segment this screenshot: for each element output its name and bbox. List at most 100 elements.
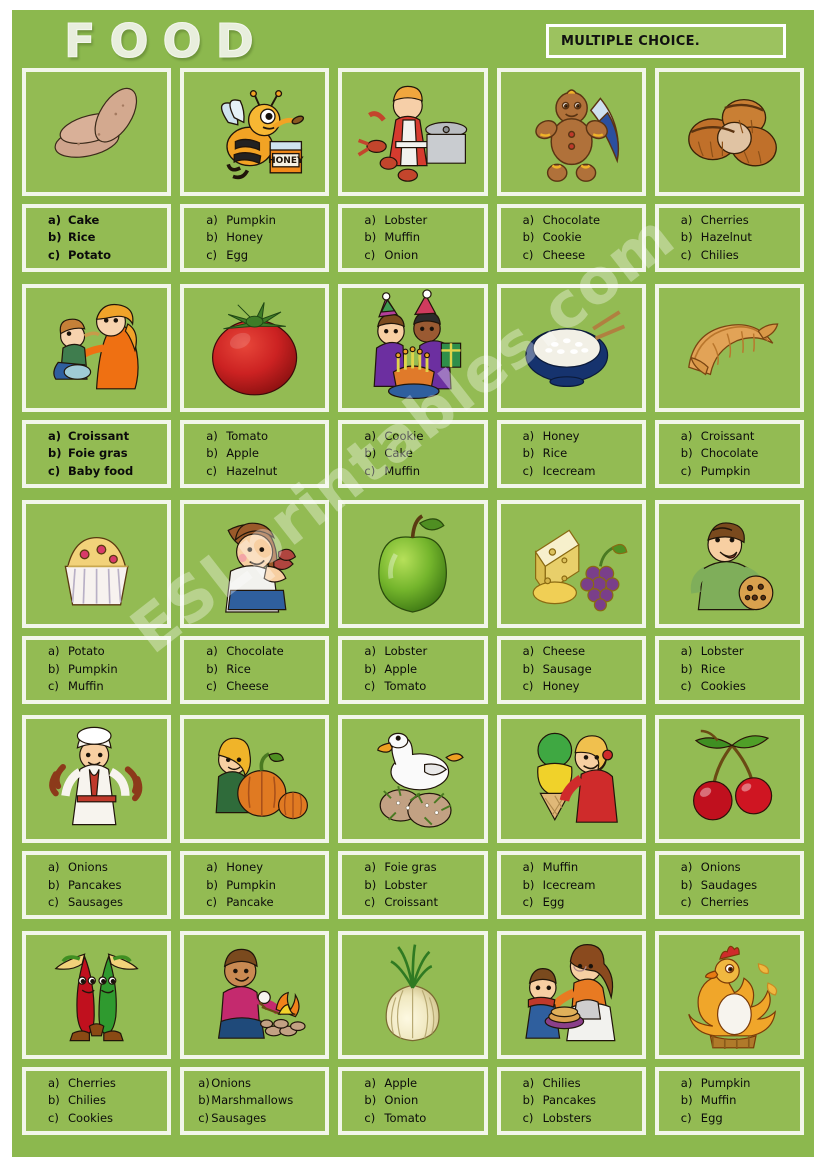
option-b[interactable]: b) Pumpkin bbox=[48, 661, 163, 679]
option-b[interactable]: b) Icecream bbox=[523, 877, 638, 895]
option-c[interactable]: c) Honey bbox=[523, 678, 638, 696]
option-c[interactable]: c) Pancake bbox=[206, 894, 321, 912]
option-b[interactable]: b) Muffin bbox=[681, 1092, 796, 1110]
options-box[interactable]: a) Chocolate b) Cookie c) Cheese bbox=[496, 204, 646, 272]
option-c[interactable]: c) Cookies bbox=[681, 678, 796, 696]
option-a[interactable]: a) Lobster bbox=[681, 643, 796, 661]
option-b[interactable]: b) Pancakes bbox=[523, 1092, 638, 1110]
option-b[interactable]: b) Foie gras bbox=[48, 445, 163, 463]
option-a[interactable]: a) Onions bbox=[681, 859, 796, 877]
option-a[interactable]: a) Potato bbox=[48, 643, 163, 661]
option-a[interactable]: a) Lobster bbox=[364, 212, 479, 230]
option-c[interactable]: c) Egg bbox=[523, 894, 638, 912]
option-c[interactable]: c) Muffin bbox=[364, 463, 479, 481]
options-box[interactable]: a) Cherries b) Chilies c) Cookies bbox=[22, 1067, 172, 1136]
option-c[interactable]: c) Potato bbox=[48, 247, 163, 265]
option-a[interactable]: a) Croissant bbox=[48, 428, 163, 446]
option-a[interactable]: a) Chilies bbox=[523, 1075, 638, 1093]
option-b[interactable]: b) Saudages bbox=[681, 877, 796, 895]
option-c[interactable]: c) Cheese bbox=[523, 247, 638, 265]
option-c[interactable]: c) Cookies bbox=[48, 1110, 163, 1128]
option-a[interactable]: a) Onions bbox=[48, 859, 163, 877]
options-box[interactable]: a) Lobster b) Muffin c) Onion bbox=[338, 204, 488, 272]
option-a[interactable]: a) Cherries bbox=[48, 1075, 163, 1093]
option-b[interactable]: b) Rice bbox=[48, 229, 163, 247]
options-box[interactable]: a) Onions b) Saudages c) Cherries bbox=[654, 851, 804, 920]
options-box[interactable]: a) Potato b) Pumpkin c) Muffin bbox=[22, 635, 172, 704]
option-a[interactable]: a) Apple bbox=[364, 1075, 479, 1093]
option-b[interactable]: b) Cake bbox=[364, 445, 479, 463]
option-a[interactable]: a) Cherries bbox=[681, 212, 796, 230]
options-box[interactable]: a) Lobster b) Apple c) Tomato bbox=[338, 635, 488, 704]
options-box[interactable]: a) Croissant b) Chocolate c) Pumpkin bbox=[654, 419, 804, 488]
option-c[interactable]: c) Cheese bbox=[206, 678, 321, 696]
option-a[interactable]: a) Muffin bbox=[523, 859, 638, 877]
option-c[interactable]: c) Sausages bbox=[198, 1110, 321, 1128]
options-box[interactable]: a) Pumpkin b) Muffin c) Egg bbox=[654, 1067, 804, 1136]
option-c[interactable]: c) Tomato bbox=[364, 678, 479, 696]
options-box[interactable]: a) Onions b) Pancakes c) Sausages bbox=[22, 851, 172, 920]
option-b[interactable]: b) Honey bbox=[206, 229, 321, 247]
options-box[interactable]: a) Cheese b) Sausage c) Honey bbox=[496, 635, 646, 704]
option-a[interactable]: a) Cookie bbox=[364, 428, 479, 446]
option-b[interactable]: b) Marshmallows bbox=[198, 1092, 321, 1110]
option-c[interactable]: c) Tomato bbox=[364, 1110, 479, 1128]
option-b[interactable]: b) Pancakes bbox=[48, 877, 163, 895]
option-a[interactable]: a) Chocolate bbox=[523, 212, 638, 230]
options-box[interactable]: a) Cherries b) Hazelnut c) Chilies bbox=[654, 204, 804, 272]
option-a[interactable]: a) Onions bbox=[198, 1075, 321, 1093]
option-b[interactable]: b) Onion bbox=[364, 1092, 479, 1110]
option-a[interactable]: a) Honey bbox=[206, 859, 321, 877]
option-c[interactable]: c) Muffin bbox=[48, 678, 163, 696]
option-a[interactable]: a) Foie gras bbox=[364, 859, 479, 877]
option-b[interactable]: b) Apple bbox=[364, 661, 479, 679]
option-a[interactable]: a) Cake bbox=[48, 212, 163, 230]
option-a[interactable]: a) Pumpkin bbox=[206, 212, 321, 230]
option-c[interactable]: c) Sausages bbox=[48, 894, 163, 912]
option-c[interactable]: c) Lobsters bbox=[523, 1110, 638, 1128]
option-a[interactable]: a) Honey bbox=[523, 428, 638, 446]
option-b[interactable]: b) Rice bbox=[523, 445, 638, 463]
options-box[interactable]: a) Tomato b) Apple c) Hazelnut bbox=[180, 419, 330, 488]
options-box[interactable]: a) Apple b) Onion c) Tomato bbox=[338, 1067, 488, 1136]
option-b[interactable]: b) Pumpkin bbox=[206, 877, 321, 895]
option-c[interactable]: c) Baby food bbox=[48, 463, 163, 481]
option-b[interactable]: b) Sausage bbox=[523, 661, 638, 679]
option-a[interactable]: a) Chocolate bbox=[206, 643, 321, 661]
option-c[interactable]: c) Croissant bbox=[364, 894, 479, 912]
option-c[interactable]: c) Onion bbox=[364, 247, 479, 265]
option-b[interactable]: b) Hazelnut bbox=[681, 229, 796, 247]
options-box[interactable]: a) Cookie b) Cake c) Muffin bbox=[338, 419, 488, 488]
options-box[interactable]: a) Lobster b) Rice c) Cookies bbox=[654, 635, 804, 704]
option-a[interactable]: a) Tomato bbox=[206, 428, 321, 446]
option-a[interactable]: a) Cheese bbox=[523, 643, 638, 661]
option-a[interactable]: a) Lobster bbox=[364, 643, 479, 661]
option-a[interactable]: a) Croissant bbox=[681, 428, 796, 446]
options-box[interactable]: a) Honey b) Rice c) Icecream bbox=[496, 419, 646, 488]
options-box[interactable]: a) Honey b) Pumpkin c) Pancake bbox=[180, 851, 330, 920]
option-b[interactable]: b) Muffin bbox=[364, 229, 479, 247]
options-box[interactable]: a) Chilies b) Pancakes c) Lobsters bbox=[496, 1067, 646, 1136]
options-box[interactable]: a) Pumpkin b) Honey c) Egg bbox=[180, 204, 330, 272]
option-a[interactable]: a) Pumpkin bbox=[681, 1075, 796, 1093]
option-b[interactable]: b) Apple bbox=[206, 445, 321, 463]
options-box[interactable]: a) Cake b) Rice c) Potato bbox=[22, 204, 172, 272]
option-c[interactable]: c) Pumpkin bbox=[681, 463, 796, 481]
options-box[interactable]: a) Onions b) Marshmallows c) Sausages bbox=[180, 1067, 330, 1136]
option-c[interactable]: c) Hazelnut bbox=[206, 463, 321, 481]
options-box[interactable]: a) Chocolate b) Rice c) Cheese bbox=[180, 635, 330, 704]
option-b[interactable]: b) Rice bbox=[681, 661, 796, 679]
option-b[interactable]: b) Chilies bbox=[48, 1092, 163, 1110]
option-c[interactable]: c) Egg bbox=[681, 1110, 796, 1128]
option-b[interactable]: b) Cookie bbox=[523, 229, 638, 247]
options-box[interactable]: a) Croissant b) Foie gras c) Baby food bbox=[22, 419, 172, 488]
option-c[interactable]: c) Cherries bbox=[681, 894, 796, 912]
options-box[interactable]: a) Foie gras b) Lobster c) Croissant bbox=[338, 851, 488, 920]
options-box[interactable]: a) Muffin b) Icecream c) Egg bbox=[496, 851, 646, 920]
option-c[interactable]: c) Egg bbox=[206, 247, 321, 265]
option-c[interactable]: c) Chilies bbox=[681, 247, 796, 265]
option-b[interactable]: b) Lobster bbox=[364, 877, 479, 895]
option-c[interactable]: c) Icecream bbox=[523, 463, 638, 481]
option-b[interactable]: b) Rice bbox=[206, 661, 321, 679]
option-b[interactable]: b) Chocolate bbox=[681, 445, 796, 463]
